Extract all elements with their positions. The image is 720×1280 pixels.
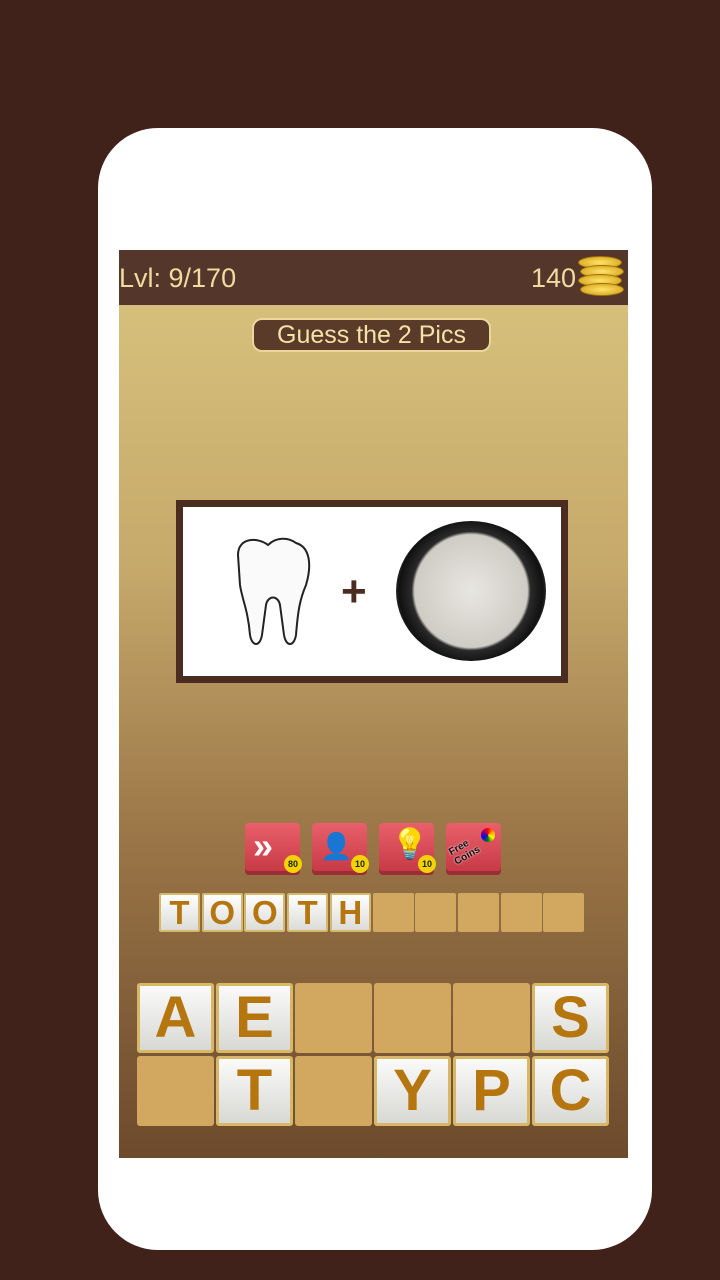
cost-badge: 10	[351, 855, 369, 873]
letter-key[interactable]: Y	[374, 1056, 451, 1126]
letter-key[interactable]: S	[532, 983, 609, 1053]
answer-slot[interactable]: H	[329, 893, 371, 932]
puzzle-image: +	[176, 500, 568, 683]
person-broadcast-icon: 👤	[320, 831, 353, 861]
letter-key[interactable]: T	[216, 1056, 293, 1126]
answer-slot[interactable]	[415, 893, 457, 932]
letter-key[interactable]	[295, 1056, 372, 1126]
header-bar: Lvl: 9/170 140	[119, 250, 628, 305]
letter-key[interactable]	[137, 1056, 214, 1126]
answer-slot[interactable]	[372, 893, 414, 932]
answer-slot[interactable]: O	[244, 893, 286, 932]
tooth-image	[236, 537, 311, 645]
color-wheel-icon	[481, 828, 495, 842]
answer-slot[interactable]: O	[201, 893, 243, 932]
hint-button[interactable]: 💡 10	[379, 823, 436, 873]
free-coins-button[interactable]: Free Coins	[446, 823, 501, 871]
game-screen: Lvl: 9/170 140 Guess the 2 Pics + » 80 👤…	[119, 250, 628, 1158]
paste-jar-image	[396, 521, 546, 661]
level-indicator: Lvl: 9/170	[119, 263, 237, 293]
coin-stack-icon	[578, 256, 624, 300]
answer-slot[interactable]: T	[159, 893, 200, 932]
cost-badge: 10	[418, 855, 436, 873]
answer-slot[interactable]: T	[287, 893, 329, 932]
ask-friend-button[interactable]: 👤 10	[312, 823, 369, 873]
plus-operator: +	[341, 567, 367, 616]
letter-key[interactable]: A	[137, 983, 214, 1053]
letter-key[interactable]: C	[532, 1056, 609, 1126]
letter-key[interactable]	[453, 983, 530, 1053]
cost-badge: 80	[284, 855, 302, 873]
letter-key[interactable]	[374, 983, 451, 1053]
skip-button[interactable]: » 80	[245, 823, 302, 873]
letter-key[interactable]: E	[216, 983, 293, 1053]
letter-key[interactable]: P	[453, 1056, 530, 1126]
double-chevron-icon: »	[253, 825, 274, 866]
answer-slot[interactable]	[457, 893, 499, 932]
answer-slot[interactable]	[500, 893, 542, 932]
letter-key[interactable]	[295, 983, 372, 1053]
answer-slot[interactable]	[543, 893, 585, 932]
coin-count: 140	[530, 263, 576, 293]
game-title: Guess the 2 Pics	[252, 318, 491, 352]
